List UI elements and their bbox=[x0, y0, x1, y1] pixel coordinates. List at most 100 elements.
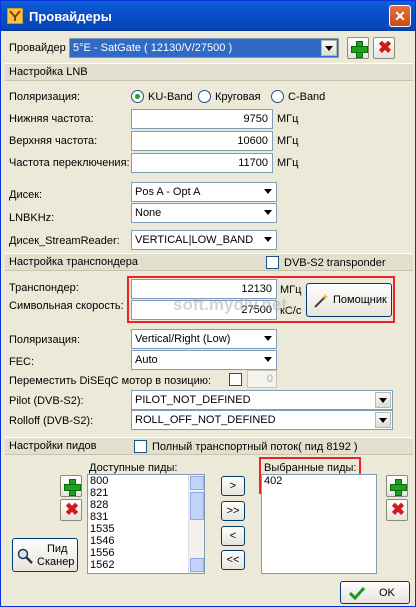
selected-pids-list[interactable]: 402 bbox=[261, 474, 377, 574]
plus-icon bbox=[390, 479, 407, 496]
full-ts-checkbox[interactable] bbox=[134, 440, 147, 453]
rolloff-value: ROLL_OFF_NOT_DEFINED bbox=[135, 414, 276, 426]
list-item[interactable]: 800 bbox=[88, 475, 204, 487]
diseqc-label: Дисек: bbox=[9, 189, 43, 201]
list-item[interactable]: 831 bbox=[88, 511, 204, 523]
delete-icon: ✖ bbox=[390, 500, 406, 519]
lnb-section-header: Настройка LNB bbox=[5, 63, 413, 81]
circular-radio[interactable] bbox=[198, 90, 211, 103]
delete-icon: ✖ bbox=[377, 38, 393, 57]
provider-label: Провайдер bbox=[9, 42, 66, 54]
ku-band-label: KU-Band bbox=[148, 91, 193, 103]
lnbkhz-label: LNBKHz: bbox=[9, 212, 55, 224]
delete-pid-button[interactable]: ✖ bbox=[60, 499, 82, 521]
dropdown-arrow-icon bbox=[264, 210, 272, 215]
dropdown-arrow-icon bbox=[264, 336, 272, 341]
motor-position-input[interactable]: 0 bbox=[247, 370, 277, 388]
c-band-radio[interactable] bbox=[271, 90, 284, 103]
close-icon: ✕ bbox=[394, 8, 406, 24]
dropdown-arrow-icon bbox=[264, 357, 272, 362]
delete-selected-pid-button[interactable]: ✖ bbox=[386, 499, 408, 521]
move-motor-label: Переместить DiSEqC мотор в позицию: bbox=[9, 375, 212, 387]
fec-value: Auto bbox=[135, 354, 158, 366]
chevron-down-icon bbox=[375, 392, 391, 408]
pilot-select[interactable]: PILOT_NOT_DEFINED bbox=[131, 390, 393, 410]
dvbs2-checkbox[interactable] bbox=[266, 256, 279, 269]
lnbkhz-select[interactable]: None bbox=[131, 203, 277, 223]
list-item[interactable]: 1562 bbox=[88, 559, 204, 571]
dvbs2-label: DVB-S2 transponder bbox=[284, 257, 386, 269]
magic-wand-icon bbox=[314, 294, 328, 308]
helper-button[interactable]: Помощник bbox=[306, 283, 392, 317]
list-item[interactable]: 821 bbox=[88, 487, 204, 499]
switch-freq-label: Частота переключения: bbox=[9, 157, 130, 169]
provider-select[interactable]: 5°E - SatGate ( 12130/V/27500 ) bbox=[69, 38, 339, 58]
scanner-label-line2: Сканер bbox=[37, 556, 75, 568]
stream-reader-label: Дисек_StreamReader: bbox=[9, 235, 120, 247]
window-title: Провайдеры bbox=[29, 9, 112, 24]
scanner-label-line1: Пид bbox=[47, 543, 68, 555]
close-window-button[interactable]: ✕ bbox=[389, 5, 411, 27]
add-selected-pid-button[interactable] bbox=[386, 475, 408, 497]
helper-label: Помощник bbox=[333, 294, 387, 306]
fec-label: FEC: bbox=[9, 356, 35, 368]
add-provider-button[interactable] bbox=[347, 37, 369, 59]
checkmark-icon bbox=[349, 586, 365, 600]
lnb-polarization-label: Поляризация: bbox=[9, 91, 81, 103]
magnifier-icon bbox=[17, 548, 33, 564]
available-pids-label: Доступные пиды: bbox=[89, 462, 178, 474]
lnbkhz-value: None bbox=[135, 207, 162, 219]
available-pids-scrollbar[interactable] bbox=[188, 475, 204, 573]
pid-scanner-button[interactable]: Пид Сканер bbox=[12, 538, 78, 572]
move-all-right-button[interactable]: >> bbox=[221, 501, 245, 521]
add-pid-button[interactable] bbox=[60, 475, 82, 497]
pilot-value: PILOT_NOT_DEFINED bbox=[135, 394, 251, 406]
ok-button[interactable]: OK bbox=[340, 581, 410, 604]
ku-band-radio[interactable] bbox=[131, 90, 144, 103]
move-all-left-button[interactable]: << bbox=[221, 550, 245, 570]
dropdown-arrow-icon bbox=[264, 237, 272, 242]
providers-window: Провайдеры ✕ Провайдер 5°E - SatGate ( 1… bbox=[0, 0, 416, 607]
tp-polarization-value: Vertical/Right (Low) bbox=[135, 333, 231, 345]
scroll-thumb[interactable] bbox=[190, 492, 204, 520]
high-freq-unit: МГц bbox=[277, 135, 299, 147]
title-bar: Провайдеры ✕ bbox=[1, 1, 415, 31]
plus-icon bbox=[64, 479, 81, 496]
list-item[interactable]: 1556 bbox=[88, 547, 204, 559]
scroll-up-button[interactable] bbox=[190, 476, 204, 490]
stream-reader-select[interactable]: VERTICAL|LOW_BAND bbox=[131, 230, 277, 250]
list-item[interactable]: 828 bbox=[88, 499, 204, 511]
dropdown-arrow-icon bbox=[264, 189, 272, 194]
diseqc-value: Pos A - Opt A bbox=[135, 186, 201, 198]
tp-label: Транспондер: bbox=[9, 282, 79, 294]
rolloff-label: Rolloff (DVB-S2): bbox=[9, 415, 94, 427]
tp-polarization-label: Поляризация: bbox=[9, 334, 81, 346]
move-motor-checkbox[interactable] bbox=[229, 373, 242, 386]
chevron-down-icon bbox=[375, 412, 391, 428]
delete-provider-button[interactable]: ✖ bbox=[373, 37, 395, 59]
list-item[interactable]: 1535 bbox=[88, 523, 204, 535]
scroll-down-button[interactable] bbox=[190, 558, 204, 572]
tp-polarization-select[interactable]: Vertical/Right (Low) bbox=[131, 329, 277, 349]
high-freq-label: Верхняя частота: bbox=[9, 135, 98, 147]
high-freq-input[interactable]: 10600 bbox=[131, 131, 273, 151]
available-pids-list[interactable]: 800 821 828 831 1535 1546 1556 1562 bbox=[87, 474, 205, 574]
low-freq-input[interactable]: 9750 bbox=[131, 109, 273, 129]
app-icon bbox=[7, 8, 23, 24]
chevron-down-icon bbox=[321, 40, 337, 56]
switch-freq-input[interactable]: 11700 bbox=[131, 153, 273, 173]
fec-select[interactable]: Auto bbox=[131, 350, 277, 370]
delete-icon: ✖ bbox=[64, 500, 80, 519]
move-left-button[interactable]: < bbox=[221, 526, 245, 546]
provider-value: 5°E - SatGate ( 12130/V/27500 ) bbox=[73, 42, 233, 54]
list-item[interactable]: 1546 bbox=[88, 535, 204, 547]
pids-section-title: Настройки пидов bbox=[9, 440, 97, 452]
move-right-button[interactable]: > bbox=[221, 476, 245, 496]
ok-label: OK bbox=[379, 587, 395, 599]
rolloff-select[interactable]: ROLL_OFF_NOT_DEFINED bbox=[131, 410, 393, 430]
switch-freq-unit: МГц bbox=[277, 157, 299, 169]
list-item[interactable]: 402 bbox=[262, 475, 376, 487]
transponder-section-title: Настройка транспондера bbox=[9, 256, 138, 268]
diseqc-select[interactable]: Pos A - Opt A bbox=[131, 182, 277, 202]
stream-reader-value: VERTICAL|LOW_BAND bbox=[135, 234, 254, 246]
